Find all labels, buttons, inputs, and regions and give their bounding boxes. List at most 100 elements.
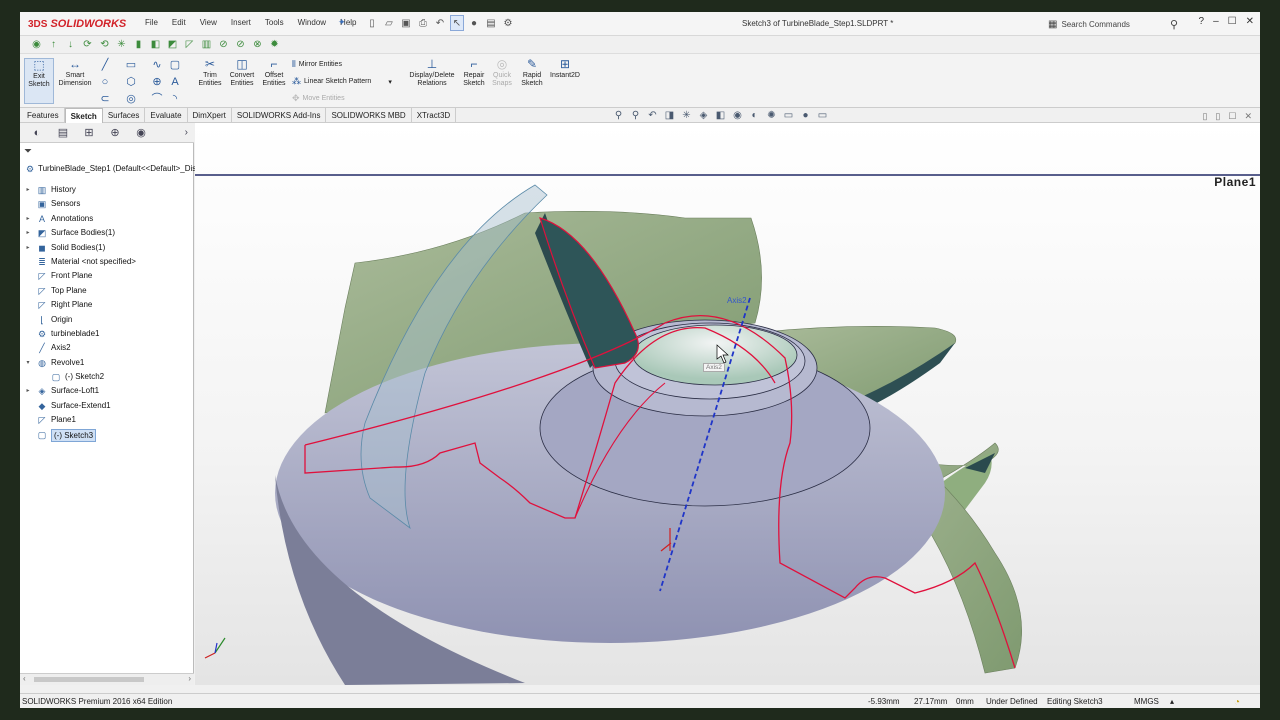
toolbar-stop-icon[interactable]: ⊗ <box>251 38 264 51</box>
configuration-manager-icon[interactable]: ⊞ <box>76 126 102 139</box>
tree-expander-icon[interactable]: ▸ <box>24 241 32 255</box>
rapid-sketch-button[interactable]: ✎ Rapid Sketch <box>518 58 546 88</box>
zoom-to-fit-icon[interactable]: ⚲ <box>612 110 625 122</box>
search-icon[interactable]: ⚲ <box>1170 18 1178 31</box>
tree-item[interactable]: ≣ Material <not specified> <box>20 255 194 269</box>
linear-sketch-pattern-button[interactable]: ⁂ Linear Sketch Pattern ▾ <box>292 76 392 87</box>
solidworks-logo[interactable]: 3DS SOLIDWORKS <box>28 16 126 32</box>
toolbar-grid-icon[interactable]: ▥ <box>200 38 213 51</box>
tree-item[interactable]: ⌊ Origin <box>20 313 194 327</box>
tree-item[interactable]: ▢ (-) Sketch2 <box>20 370 194 384</box>
smart-dimension-button[interactable]: ↔ Smart Dimension <box>56 58 94 88</box>
point-icon[interactable]: ⊕ <box>150 75 164 89</box>
scrollbar-thumb[interactable] <box>34 677 144 682</box>
scroll-right-icon[interactable]: › <box>188 674 191 683</box>
menu-edit[interactable]: Edit <box>165 18 193 27</box>
tree-expander-icon[interactable]: ▸ <box>24 212 32 226</box>
viewport-maximize-icon[interactable]: ☐ <box>1228 111 1236 122</box>
tree-item[interactable]: ⚙ turbineblade1 <box>20 327 194 341</box>
convert-entities-button[interactable]: ◫ Convert Entities <box>226 58 258 88</box>
minimize-icon[interactable]: – <box>1213 16 1219 27</box>
previous-view-icon[interactable]: ↶ <box>646 110 659 122</box>
line-icon[interactable]: ╱ <box>98 58 112 72</box>
menu-insert[interactable]: Insert <box>224 18 258 27</box>
toolbar-sketch-icon[interactable]: ◩ <box>166 38 179 51</box>
tab-features[interactable]: Features <box>22 108 65 123</box>
hub-dome[interactable] <box>632 324 798 386</box>
ellipse-icon[interactable]: ◎ <box>124 92 138 106</box>
monitor-icon[interactable]: ▭ <box>816 110 829 122</box>
toolbar-no-icon[interactable]: ⊘ <box>234 38 247 51</box>
tree-item[interactable]: ▢ (-) Sketch3 <box>20 428 194 442</box>
toolbar-arrow-icon[interactable]: ↑ <box>47 38 60 51</box>
print-icon[interactable]: ⎙ <box>416 15 430 31</box>
tree-root-part[interactable]: ⚙ TurbineBlade_Step1 (Default<<Default>_… <box>20 162 196 176</box>
trim-entities-button[interactable]: ✂ Trim Entities <box>194 58 226 88</box>
select-icon[interactable]: ↖ <box>450 15 464 31</box>
tree-item[interactable]: ◸ Front Plane <box>20 269 194 283</box>
toolbar-arrow-icon[interactable]: ↓ <box>64 38 77 51</box>
toolbar-dim-icon[interactable]: ◸ <box>183 38 196 51</box>
edit-appearance-icon[interactable]: ◐ <box>748 110 761 122</box>
dynamic-annotation-icon[interactable]: ✳ <box>680 110 693 122</box>
rebuild-icon[interactable]: ● <box>467 15 481 31</box>
unit-system[interactable]: MMGS <box>1134 697 1159 706</box>
pin-menu-icon[interactable]: ✦ <box>338 17 346 28</box>
display-style-icon[interactable]: ◧ <box>714 110 727 122</box>
property-manager-icon[interactable]: ▤ <box>50 126 76 139</box>
search-input[interactable]: Search Commands <box>1061 20 1129 29</box>
tab-dimxpert[interactable]: DimXpert <box>188 108 232 123</box>
model-viewport[interactable] <box>195 123 1260 685</box>
view-orientation-icon[interactable]: ◈ <box>697 110 710 122</box>
tree-item[interactable]: ▸ ▥ History <box>20 183 194 197</box>
save-icon[interactable]: ▣ <box>399 15 413 31</box>
viewport-restore-icon[interactable]: ▯ <box>1202 111 1207 122</box>
menu-file[interactable]: File <box>138 18 165 27</box>
spline-icon[interactable]: ∿ <box>150 58 164 72</box>
tree-expander-icon[interactable]: ▸ <box>24 183 32 197</box>
repair-sketch-button[interactable]: ⌐ Repair Sketch <box>460 58 488 88</box>
filter-icon[interactable]: ⏷ <box>24 146 32 157</box>
display-manager-icon[interactable]: ◉ <box>128 126 154 139</box>
tree-item[interactable]: ◸ Top Plane <box>20 284 194 298</box>
toolbar-gear-icon[interactable]: ✹ <box>268 38 281 51</box>
toolbar-asterisk-icon[interactable]: ✳ <box>115 38 128 51</box>
slot-icon[interactable]: ⊂ <box>98 92 112 106</box>
toolbar-arrow-icon[interactable]: ⟳ <box>81 38 94 51</box>
menu-tools[interactable]: Tools <box>258 18 291 27</box>
open-icon[interactable]: ▱ <box>382 15 396 31</box>
tree-item[interactable]: ▸ A Annotations <box>20 212 194 226</box>
circle-icon[interactable]: ○ <box>98 75 112 89</box>
tree-item[interactable]: ╱ Axis2 <box>20 341 194 355</box>
mirror-entities-button[interactable]: ⫴ Mirror Entities <box>292 59 342 70</box>
fillet-icon[interactable]: ◝ <box>168 92 182 106</box>
view-settings-icon[interactable]: ▭ <box>782 110 795 122</box>
section-view-icon[interactable]: ◨ <box>663 110 676 122</box>
exit-sketch-button[interactable]: ⬚ Exit Sketch <box>24 58 54 104</box>
tree-item[interactable]: ▸ ◩ Surface Bodies(1) <box>20 226 194 240</box>
tree-item[interactable]: ◸ Right Plane <box>20 298 194 312</box>
viewport-close-icon[interactable]: ✕ <box>1244 111 1252 122</box>
menu-window[interactable]: Window <box>291 18 333 27</box>
tab-solidworks-mbd[interactable]: SOLIDWORKS MBD <box>326 108 412 123</box>
unit-chevron-icon[interactable]: ▴ <box>1170 697 1174 706</box>
close-icon[interactable]: ✕ <box>1246 16 1254 27</box>
tree-item[interactable]: ◆ Surface-Extend1 <box>20 399 194 413</box>
chevron-down-icon[interactable]: ▾ <box>388 78 392 86</box>
tab-evaluate[interactable]: Evaluate <box>145 108 188 123</box>
polygon-icon[interactable]: ⬡ <box>124 75 138 89</box>
instant2d-button[interactable]: ⊞ Instant2D <box>546 58 584 80</box>
undo-icon[interactable]: ↶ <box>433 15 447 31</box>
move-entities-button[interactable]: ✥ Move Entities <box>292 93 345 104</box>
display-delete-relations-button[interactable]: ⊥ Display/Delete Relations <box>404 58 460 88</box>
tab-surfaces[interactable]: Surfaces <box>103 108 146 123</box>
zoom-to-area-icon[interactable]: ⚲ <box>629 110 642 122</box>
scroll-left-icon[interactable]: ‹ <box>23 674 26 683</box>
sketch-definition-status[interactable]: Under Defined <box>986 697 1038 706</box>
tree-item[interactable]: ▸ ◈ Surface-Loft1 <box>20 384 194 398</box>
tree-item[interactable]: ▣ Sensors <box>20 197 194 211</box>
toolbar-arrow-icon[interactable]: ⟲ <box>98 38 111 51</box>
plane-sketch-icon[interactable]: ▢ <box>168 58 182 72</box>
tab-xtract3d[interactable]: XTract3D <box>412 108 457 123</box>
help-icon[interactable]: ? <box>1199 16 1205 27</box>
